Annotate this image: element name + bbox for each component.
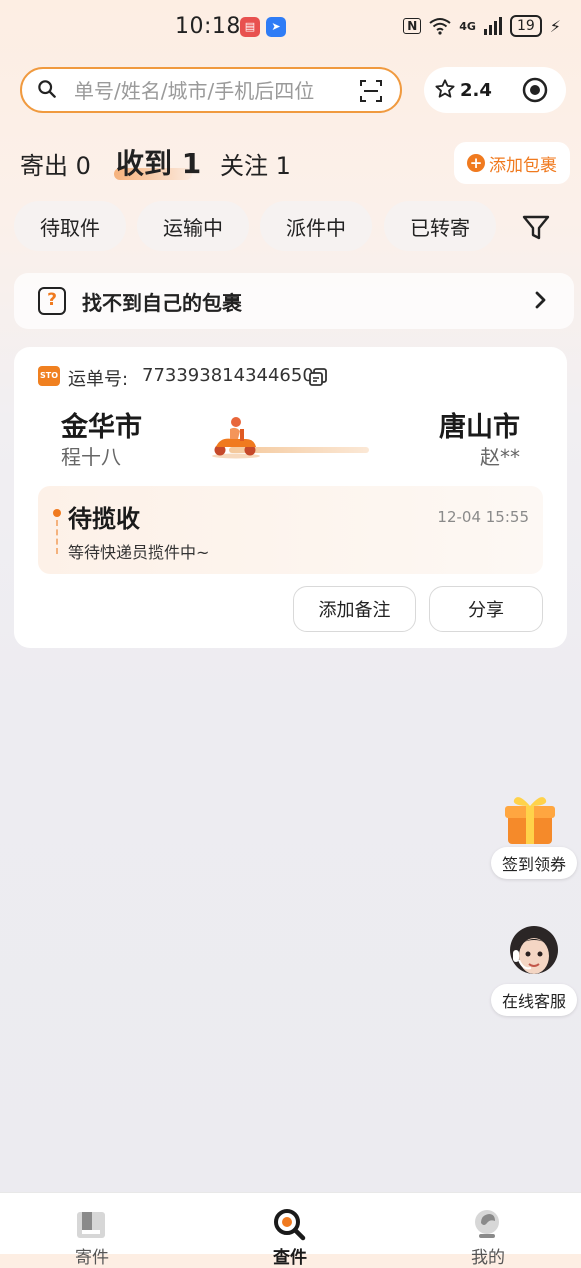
status-description: 等待快递员揽件中~ [68, 543, 210, 562]
scan-icon[interactable] [360, 80, 382, 102]
signal-icon [483, 17, 502, 35]
search-bar[interactable] [20, 67, 402, 113]
chevron-right-icon [535, 291, 546, 309]
nav-track[interactable]: 查件 [230, 1193, 350, 1268]
copy-icon[interactable] [308, 367, 328, 387]
nav-profile[interactable]: 我的 [428, 1193, 548, 1268]
tab-sent[interactable]: 寄出 0 [20, 146, 91, 181]
filter-chip-forwarded[interactable]: 已转寄 [384, 201, 496, 251]
filter-chip-out-for-delivery[interactable]: 派件中 [260, 201, 372, 251]
send-icon [77, 1212, 105, 1238]
add-parcel-label: 添加包裹 [489, 155, 557, 176]
gift-icon[interactable] [502, 792, 558, 846]
nav-send[interactable]: 寄件 [32, 1193, 152, 1268]
filter-chip-pending-pickup[interactable]: 待取件 [14, 201, 126, 251]
tab-following[interactable]: 关注 1 [220, 146, 291, 181]
add-note-button[interactable]: 添加备注 [293, 586, 416, 632]
status-timeline [56, 520, 58, 554]
plus-icon: + [467, 154, 485, 172]
online-service-button[interactable]: 在线客服 [491, 984, 577, 1016]
battery-indicator: 19 [509, 15, 542, 37]
waybill-label: 运单号: [68, 369, 129, 390]
origin-city: 金华市 [61, 412, 142, 443]
share-button[interactable]: 分享 [429, 586, 543, 632]
tab-received[interactable]: 收到 1 [116, 142, 201, 182]
destination-city: 唐山市 [439, 412, 520, 443]
cannot-find-parcel-text: 找不到自己的包裹 [82, 291, 242, 315]
status-title: 待揽收 [68, 505, 140, 533]
question-icon: ? [38, 287, 66, 315]
cannot-find-parcel-banner[interactable]: ? 找不到自己的包裹 [14, 273, 574, 329]
status-dot-icon [53, 509, 61, 517]
customer-service-avatar[interactable] [505, 922, 563, 984]
wifi-icon [429, 18, 451, 35]
courier-scooter-icon [212, 417, 260, 459]
parcel-card[interactable]: STO 运单号: 773393814344650 金华市 程十八 唐山市 赵**… [14, 347, 567, 648]
origin-person: 程十八 [61, 445, 121, 469]
status-time: 12-04 15:55 [437, 508, 529, 526]
nfc-icon: N [403, 18, 422, 34]
filter-icon[interactable] [521, 212, 551, 242]
nav-profile-label: 我的 [471, 1248, 505, 1268]
nav-track-label: 查件 [273, 1248, 307, 1268]
search-icon [38, 80, 56, 98]
network-type: 4G [459, 19, 476, 33]
carrier-logo: STO [38, 366, 60, 386]
star-icon [435, 79, 455, 98]
waybill-number: 773393814344650 [142, 365, 314, 386]
status-icons: N 4G 19 ⚡ [403, 15, 561, 37]
profile-icon [475, 1210, 499, 1238]
charging-icon: ⚡ [549, 16, 561, 36]
notification-app-icon-blue: ➤ [266, 17, 286, 37]
record-target-icon[interactable] [522, 77, 548, 103]
notification-app-icon: ▤ [240, 17, 260, 37]
status-panel: 待揽收 12-04 15:55 等待快递员揽件中~ [38, 486, 543, 574]
status-time: 10:18 [175, 14, 241, 39]
points-value: 2.4 [460, 80, 492, 101]
destination-person: 赵** [480, 445, 520, 469]
filter-chip-in-transit[interactable]: 运输中 [137, 201, 249, 251]
search-input[interactable] [72, 75, 346, 107]
add-parcel-button[interactable]: + 添加包裹 [454, 142, 570, 184]
track-search-icon [274, 1209, 306, 1241]
checkin-coupon-button[interactable]: 签到领券 [491, 847, 577, 879]
bottom-nav: 寄件 查件 我的 [0, 1192, 581, 1268]
points-pill[interactable]: 2.4 [424, 67, 566, 113]
nav-send-label: 寄件 [75, 1248, 109, 1268]
